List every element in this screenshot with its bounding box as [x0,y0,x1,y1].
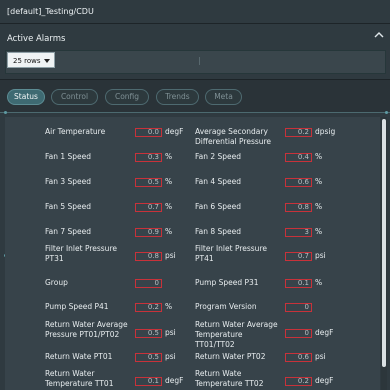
resize-handle[interactable] [4,111,7,114]
field-label: Pump Speed P41 [45,302,109,311]
tab-config[interactable]: Config [105,89,149,105]
unit-label: psi [165,328,176,337]
numeric-value-field[interactable]: 0 [135,278,162,288]
numeric-value-field[interactable]: 0.9 [135,227,162,237]
unit-label: % [315,227,323,236]
field-label: Group [45,278,68,287]
active-alarms-section: Active Alarms 25 rows [0,24,390,80]
field-label: Fan 2 Speed [195,152,242,161]
numeric-value-field[interactable]: 0.3 [135,152,162,162]
numeric-value-field[interactable]: 0.4 [285,152,312,162]
unit-label: degF [165,127,184,136]
field-label: Fan 7 Speed [45,227,92,236]
unit-label: % [315,177,323,186]
unit-label: psi [315,352,326,361]
status-row: Fan 3 Speed 0.5% Fan 4 Speed 0.6% [5,172,380,192]
numeric-value-field[interactable]: 0.6 [285,177,312,187]
table-column-divider [199,57,200,65]
numeric-value-field[interactable]: 0.0 [135,127,162,137]
field-label: Air Temperature [45,127,106,136]
status-grid: Air Temperature 0.0 degF Average Secondary … [5,117,380,390]
numeric-value-field[interactable]: 0.2 [285,127,312,137]
field-label: Program Version [195,302,257,311]
unit-label: psi [315,251,326,260]
chevron-down-icon [44,59,50,63]
field-label: Fan 6 Speed [195,202,242,211]
numeric-value-field[interactable]: 0.5 [135,177,162,187]
field-label: Filter Inlet Pressure PT41 [195,244,267,263]
unit-label: psi [165,352,176,361]
numeric-value-field[interactable]: 0 [285,328,312,338]
tab-meta[interactable]: Meta [205,89,242,105]
unit-label: degF [165,376,184,385]
field-label: Fan 8 Speed [195,227,242,236]
numeric-value-field[interactable]: 0.5 [135,328,162,338]
alarms-table [5,50,386,74]
window-title: [default]_Testing/CDU [7,7,94,16]
status-row: Pump Speed P41 0.2% Program Version 0 [5,297,380,317]
chevron-up-icon[interactable] [373,29,385,41]
field-label: Return Water Average Pressure PT01/PT02 [45,320,128,339]
unit-label: % [315,152,323,161]
numeric-value-field[interactable]: 3 [285,227,312,237]
numeric-value-field[interactable]: 0.1 [135,376,162,386]
unit-label: % [315,278,323,287]
status-row: Return Wate PT01 0.5 psi Return Water PT02 0… [5,347,380,367]
field-label: Return Water PT02 [195,352,266,361]
field-label: Pump Speed P31 [195,278,259,287]
numeric-value-field[interactable]: 0 [285,302,312,312]
unit-label: % [165,177,173,186]
numeric-value-field[interactable]: 0.7 [135,202,162,212]
status-row: Filter Inlet Pressure PT31 0.8 psi Filter I… [5,244,380,268]
field-label: Average Secondary Differential Pressure [195,127,272,146]
field-label: Fan 4 Speed [195,177,242,186]
unit-label: degF [315,376,334,385]
field-label: Return Wate Temperature TT02 [195,369,264,388]
tab-bar: Status Control Config Trends Meta [0,80,390,110]
field-label: Fan 5 Speed [45,202,92,211]
numeric-value-field[interactable]: 0.6 [285,352,312,362]
vertical-scrollbar[interactable] [381,117,387,390]
rows-per-page-value: 25 rows [13,57,41,65]
status-row: Group 0 Pump Speed P31 0.1% [5,273,380,293]
numeric-value-field[interactable]: 0.8 [135,251,162,261]
tab-status[interactable]: Status [7,89,45,105]
status-row: Return Water Temperature TT01 0.1 degF Retu… [5,369,380,390]
rows-per-page-select[interactable]: 25 rows [7,52,55,68]
unit-label: psi [165,251,176,260]
field-label: Return Wate PT01 [45,352,113,361]
unit-label: % [165,227,173,236]
numeric-value-field[interactable]: 0.2 [285,376,312,386]
unit-label: degF [315,328,334,337]
resize-handle[interactable] [385,111,388,114]
status-content: Air Temperature 0.0 degF Average Secondary … [0,111,390,390]
unit-label: % [165,202,173,211]
active-alarms-title: Active Alarms [7,34,66,44]
numeric-value-field[interactable]: 0.2 [135,302,162,312]
field-label: Return Water Temperature TT01 [45,369,114,388]
field-label: Filter Inlet Pressure PT31 [45,244,117,263]
unit-label: % [315,202,323,211]
field-label: Return Water Average Temperature TT01/TT… [195,320,278,349]
tab-trends[interactable]: Trends [156,89,199,105]
scrollbar-thumb[interactable] [382,119,386,367]
status-row: Fan 7 Speed 0.9% Fan 8 Speed 3% [5,222,380,242]
unit-label: % [165,152,173,161]
window-titlebar: [default]_Testing/CDU [0,0,390,24]
status-row: Fan 5 Speed 0.7% Fan 6 Speed 0.8% [5,197,380,217]
unit-label: % [165,302,173,311]
field-label: Fan 1 Speed [45,152,92,161]
numeric-value-field[interactable]: 0.1 [285,278,312,288]
numeric-value-field[interactable]: 0.5 [135,352,162,362]
field-label: Fan 3 Speed [45,177,92,186]
unit-label: dpsig [315,127,336,136]
numeric-value-field[interactable]: 0.7 [285,251,312,261]
status-row: Air Temperature 0.0 degF Average Secondary … [5,121,380,146]
status-row: Return Water Average Pressure PT01/PT02 0… [5,320,380,349]
status-row: Fan 1 Speed 0.3% Fan 2 Speed 0.4% [5,147,380,167]
numeric-value-field[interactable]: 0.8 [285,202,312,212]
tab-control[interactable]: Control [51,89,98,105]
